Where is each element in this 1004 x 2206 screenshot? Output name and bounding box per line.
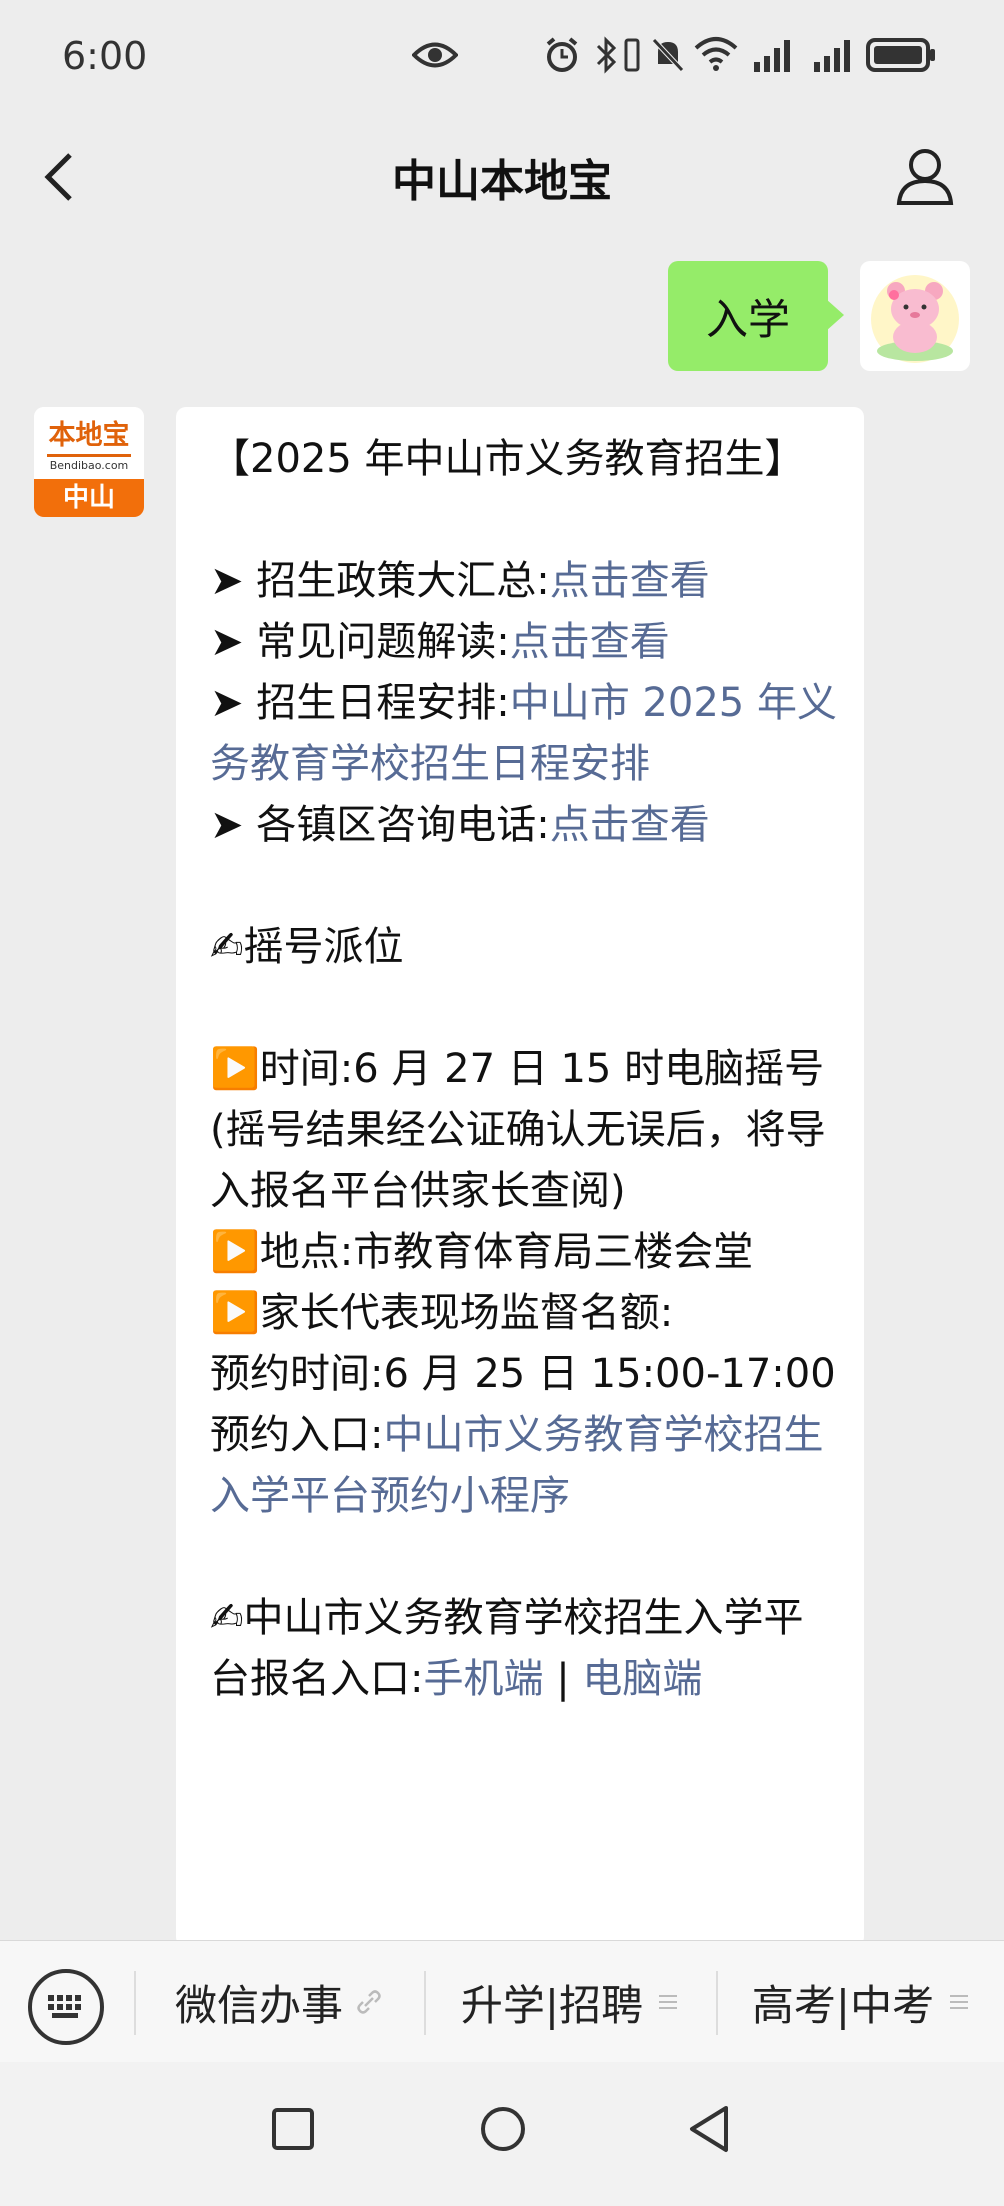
chat-header: 中山本地宝	[0, 115, 1004, 240]
lottery-note: (摇号结果经公证确认无误后，将导入报名平台供家长查阅)	[210, 1107, 826, 1214]
my-message-bubble[interactable]: 入学	[668, 261, 844, 371]
arrow-bullet-icon: ➤	[210, 802, 244, 848]
menu-item-exams[interactable]: 高考|中考	[718, 1941, 1004, 2063]
list-item: ➤ 常见问题解读:点击查看	[210, 619, 670, 665]
status-bar: 6:00	[0, 0, 1004, 115]
arrow-bullet-icon: ➤	[210, 619, 244, 665]
vibrate-icon	[624, 38, 640, 72]
link-icon	[357, 1990, 381, 2014]
menu-item-wechat-services[interactable]: 微信办事	[136, 1941, 422, 2063]
recent-apps-icon[interactable]	[270, 2106, 316, 2152]
profile-icon[interactable]	[895, 145, 955, 207]
keyboard-toggle-button[interactable]	[28, 1969, 104, 2045]
status-time: 6:00	[62, 34, 148, 78]
bot-message-content: 【2025 年中山市义务教育招生】 ➤ 招生政策大汇总:点击查看 ➤ 常见问题解…	[210, 429, 840, 1710]
my-avatar[interactable]	[860, 261, 970, 371]
logo-brand-text: 本地宝	[48, 420, 130, 451]
menu-item-school-jobs[interactable]: 升学|招聘	[426, 1941, 714, 2063]
entry-separator: |	[543, 1656, 583, 1702]
mute-icon	[652, 38, 684, 72]
pc-entry-link[interactable]: 电脑端	[582, 1656, 702, 1702]
arrow-bullet-icon: ➤	[210, 558, 244, 604]
bluetooth-icon	[596, 36, 617, 74]
wifi-icon	[694, 37, 738, 71]
bot-message-bubble: 【2025 年中山市义务教育招生】 ➤ 招生政策大汇总:点击查看 ➤ 常见问题解…	[176, 407, 864, 1947]
system-navigation-bar	[0, 2062, 1004, 2206]
lottery-place: ▶️地点:市教育体育局三楼会堂	[210, 1229, 754, 1275]
message-heading: 【2025 年中山市义务教育招生】	[210, 436, 805, 482]
faq-link[interactable]: 点击查看	[510, 619, 670, 665]
official-account-menu: 微信办事 升学|招聘 高考|中考	[0, 1940, 1004, 2063]
lottery-time: ▶️时间:6 月 27 日 15 时电脑摇号	[210, 1046, 825, 1092]
chat-title: 中山本地宝	[392, 156, 612, 207]
logo-domain-text: Bendibao.com	[49, 459, 129, 472]
home-icon[interactable]	[478, 2104, 528, 2154]
back-triangle-icon[interactable]	[686, 2104, 732, 2154]
appointment-time: 预约时间:6 月 25 日 15:00-17:00	[210, 1351, 836, 1397]
section-title-lottery: ✍摇号派位	[210, 924, 404, 970]
registration-entry: ✍中山市义务教育学校招生入学平台报名入口:手机端 | 电脑端	[210, 1588, 840, 1710]
signal-icon	[754, 40, 790, 72]
menu-lines-icon	[950, 1995, 969, 2009]
logo-city-text: 中山	[34, 479, 144, 517]
signal-icon	[814, 40, 850, 72]
alarm-icon	[546, 37, 578, 72]
keyboard-icon	[48, 1995, 81, 2018]
list-item: ➤ 招生日程安排:中山市 2025 年义务教育学校招生日程安排	[210, 680, 837, 787]
account-avatar[interactable]: 本地宝 Bendibao.com 中山	[34, 407, 144, 517]
bear-avatar-image	[871, 275, 959, 363]
list-item: ➤ 招生政策大汇总:点击查看	[210, 558, 710, 604]
battery-icon	[866, 38, 935, 72]
menu-lines-icon	[659, 1995, 678, 2009]
arrow-bullet-icon: ➤	[210, 680, 244, 726]
mobile-entry-link[interactable]: 手机端	[423, 1656, 543, 1702]
quota-line: ▶️家长代表现场监督名额:	[210, 1290, 674, 1336]
phone-link[interactable]: 点击查看	[550, 802, 710, 848]
list-item: ➤ 各镇区咨询电话:点击查看	[210, 802, 710, 848]
appointment-entry: 预约入口:中山市义务教育学校招生入学平台预约小程序	[210, 1412, 824, 1519]
policy-link[interactable]: 点击查看	[550, 558, 710, 604]
my-message-text: 入学	[705, 294, 790, 344]
eye-icon	[412, 42, 458, 68]
